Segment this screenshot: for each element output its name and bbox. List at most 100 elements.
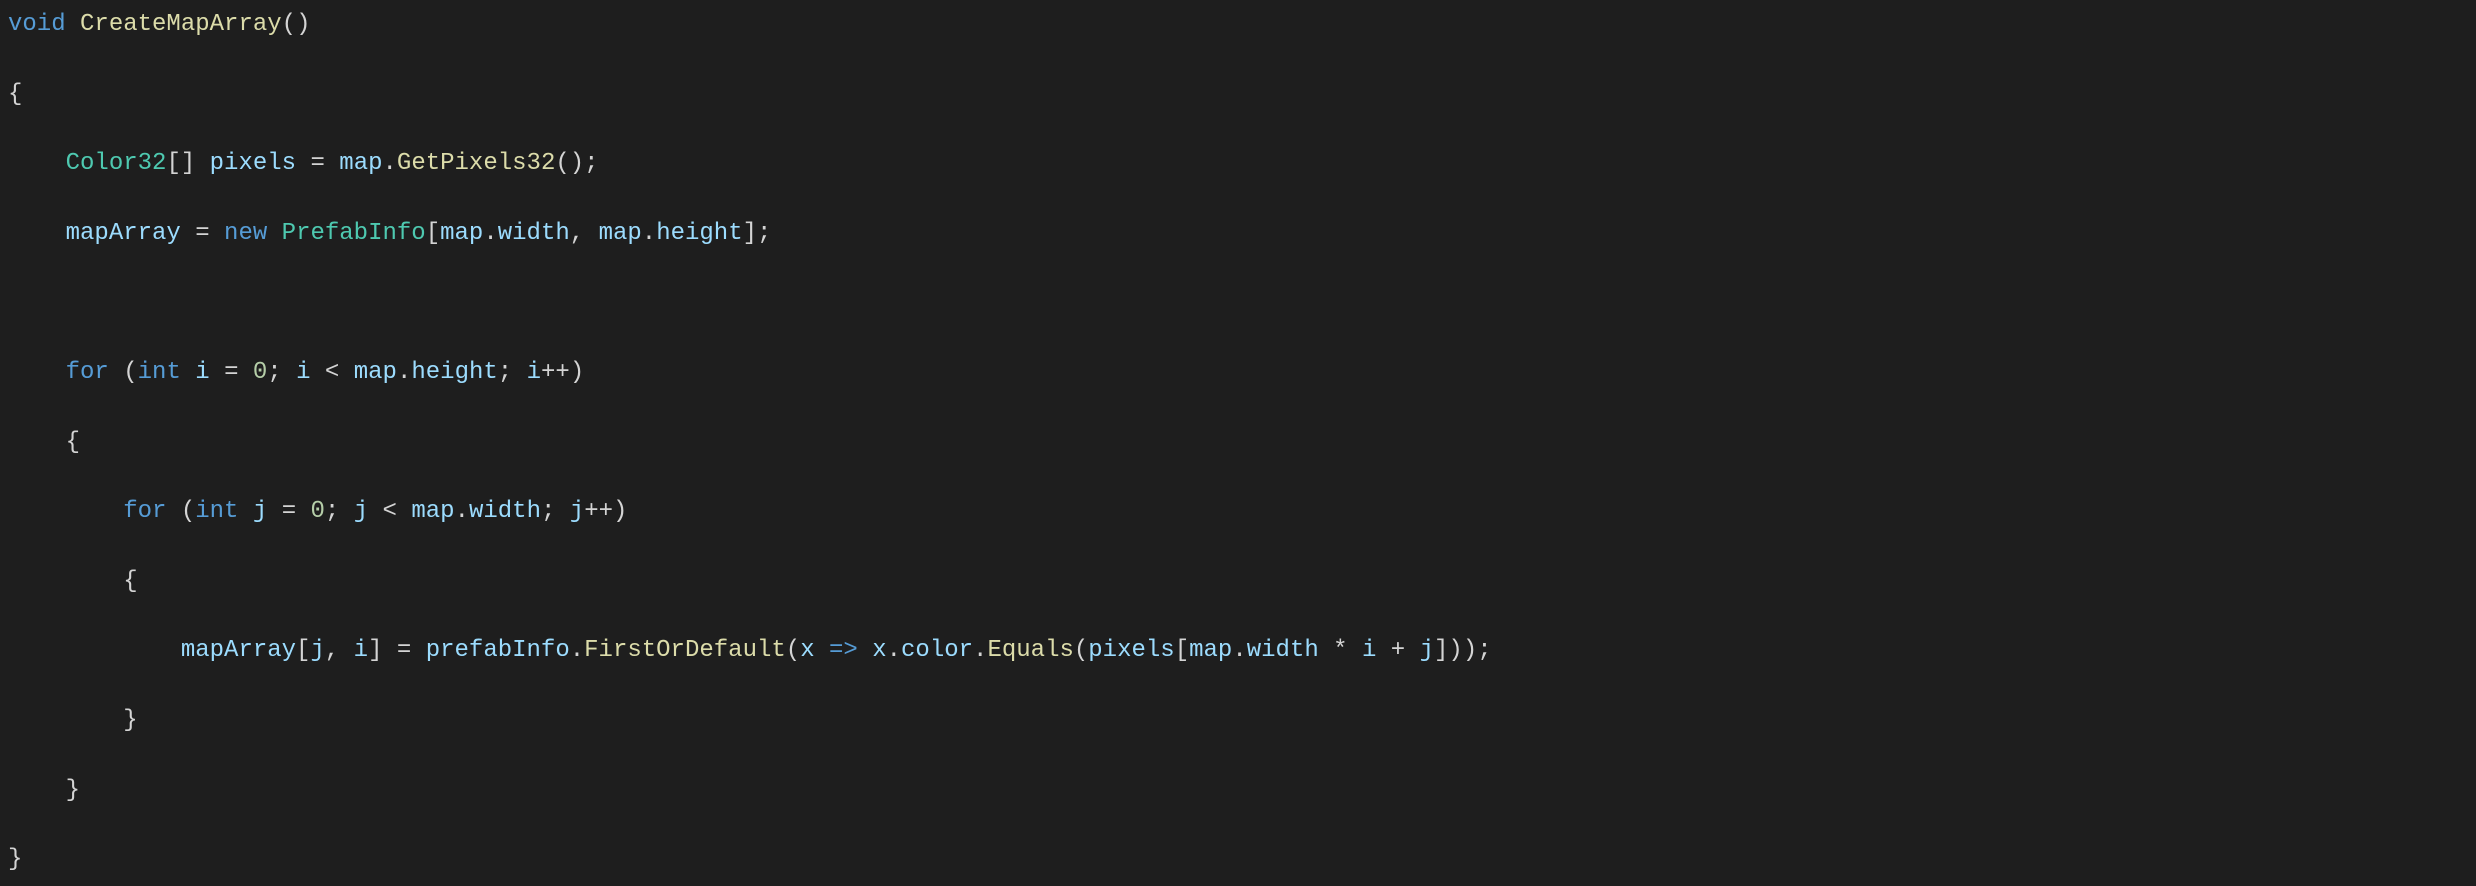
- code-editor[interactable]: void CreateMapArray() { Color32[] pixels…: [0, 0, 2476, 886]
- semicolon: ;: [498, 359, 512, 386]
- space: [210, 359, 224, 386]
- space: [267, 498, 281, 525]
- space: [368, 498, 382, 525]
- var-j: j: [253, 498, 267, 525]
- brace-open: {: [66, 429, 80, 456]
- bracket-open: [: [426, 220, 440, 247]
- code-line-blank[interactable]: [8, 286, 2476, 321]
- space: [584, 220, 598, 247]
- dot: .: [397, 359, 411, 386]
- space: [339, 359, 353, 386]
- lt: <: [383, 498, 397, 525]
- space: [296, 150, 310, 177]
- semicolon: ;: [267, 359, 281, 386]
- code-line[interactable]: {: [8, 78, 2476, 113]
- var-maparray: mapArray: [181, 637, 296, 664]
- space: [1376, 637, 1390, 664]
- lt: <: [325, 359, 339, 386]
- code-line[interactable]: }: [8, 774, 2476, 809]
- method-equals: Equals: [987, 637, 1073, 664]
- var-maparray: mapArray: [66, 220, 181, 247]
- prop-height: height: [656, 220, 742, 247]
- space: [339, 498, 353, 525]
- dot: .: [483, 220, 497, 247]
- bracket-open: [: [296, 637, 310, 664]
- code-line[interactable]: }: [8, 843, 2476, 878]
- semicolon: ;: [1477, 637, 1491, 664]
- paren-open: (: [123, 359, 137, 386]
- var-map: map: [339, 150, 382, 177]
- code-line[interactable]: {: [8, 426, 2476, 461]
- code-line[interactable]: void CreateMapArray(): [8, 8, 2476, 43]
- var-pixels: pixels: [1088, 637, 1174, 664]
- space: [1405, 637, 1419, 664]
- space: [210, 220, 224, 247]
- dot: .: [887, 637, 901, 664]
- equals: =: [195, 220, 209, 247]
- prop-width: width: [1247, 637, 1319, 664]
- dot: .: [455, 498, 469, 525]
- space: [555, 498, 569, 525]
- var-x: x: [800, 637, 814, 664]
- space: [815, 637, 829, 664]
- semicolon: ;: [325, 498, 339, 525]
- paren-close: ): [570, 150, 584, 177]
- var-j: j: [310, 637, 324, 664]
- keyword-for: for: [123, 498, 166, 525]
- method-getpixels32: GetPixels32: [397, 150, 555, 177]
- semicolon: ;: [541, 498, 555, 525]
- plusplus: ++: [541, 359, 570, 386]
- type-color32: Color32: [66, 150, 167, 177]
- space: [1348, 637, 1362, 664]
- space: [66, 11, 80, 38]
- code-line[interactable]: {: [8, 565, 2476, 600]
- keyword-int: int: [138, 359, 181, 386]
- var-i: i: [527, 359, 541, 386]
- var-x: x: [872, 637, 886, 664]
- code-line[interactable]: mapArray = new PrefabInfo[map.width, map…: [8, 217, 2476, 252]
- code-line[interactable]: for (int j = 0; j < map.width; j++): [8, 495, 2476, 530]
- prop-width: width: [498, 220, 570, 247]
- code-line[interactable]: }: [8, 704, 2476, 739]
- var-j: j: [1420, 637, 1434, 664]
- var-i: i: [1362, 637, 1376, 664]
- code-line[interactable]: for (int i = 0; i < map.height; i++): [8, 356, 2476, 391]
- prop-height: height: [411, 359, 497, 386]
- semicolon: ;: [757, 220, 771, 247]
- space: [181, 220, 195, 247]
- var-map: map: [411, 498, 454, 525]
- star: *: [1333, 637, 1347, 664]
- comma: ,: [325, 637, 339, 664]
- paren-close: ): [613, 498, 627, 525]
- plusplus: ++: [584, 498, 613, 525]
- equals: =: [397, 637, 411, 664]
- keyword-new: new: [224, 220, 267, 247]
- var-i: i: [195, 359, 209, 386]
- dot: .: [973, 637, 987, 664]
- prop-color: color: [901, 637, 973, 664]
- space: [109, 359, 123, 386]
- space: [512, 359, 526, 386]
- equals: =: [282, 498, 296, 525]
- brace-open: {: [8, 81, 22, 108]
- equals: =: [310, 150, 324, 177]
- var-i: i: [296, 359, 310, 386]
- method-name: CreateMapArray: [80, 11, 282, 38]
- code-line[interactable]: mapArray[j, i] = prefabInfo.FirstOrDefau…: [8, 634, 2476, 669]
- paren-open: (: [786, 637, 800, 664]
- space: [296, 498, 310, 525]
- paren-close: ): [570, 359, 584, 386]
- paren-open: (: [555, 150, 569, 177]
- bracket-close: ]: [743, 220, 757, 247]
- brace-close: }: [123, 707, 137, 734]
- paren-open: (: [1074, 637, 1088, 664]
- keyword-void: void: [8, 11, 66, 38]
- space: [166, 498, 180, 525]
- code-line[interactable]: Color32[] pixels = map.GetPixels32();: [8, 147, 2476, 182]
- brace-close: }: [66, 777, 80, 804]
- paren-open: (: [181, 498, 195, 525]
- space: [282, 359, 296, 386]
- brace-close: }: [8, 846, 22, 873]
- var-map: map: [354, 359, 397, 386]
- space: [858, 637, 872, 664]
